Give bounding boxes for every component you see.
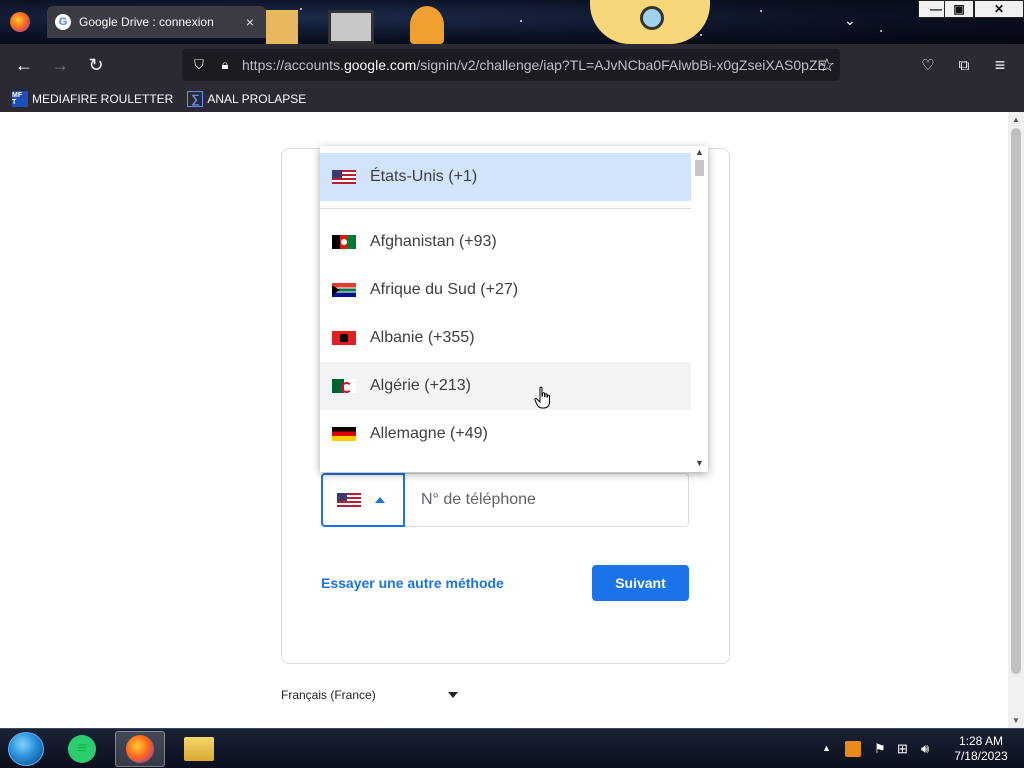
window-titlebar: G Google Drive : connexion × ⌄ — ▣ ✕ bbox=[0, 0, 1024, 44]
caret-down-icon bbox=[448, 692, 458, 698]
tray-expand-icon[interactable]: ▲ bbox=[822, 743, 831, 753]
language-select[interactable]: Français (France) bbox=[281, 688, 461, 704]
try-another-method-link[interactable]: Essayer une autre méthode bbox=[321, 575, 504, 591]
country-option-label: Afrique du Sud (+27) bbox=[370, 281, 519, 298]
back-arrow-icon[interactable]: ← bbox=[11, 52, 37, 78]
mediafire-icon: MF T bbox=[12, 91, 28, 107]
next-button[interactable]: Suivant bbox=[592, 565, 689, 601]
extensions-icon[interactable]: ⧉ bbox=[951, 52, 977, 78]
close-window-icon[interactable]: ✕ bbox=[974, 0, 1024, 18]
country-option-label: Afghanistan (+93) bbox=[370, 233, 497, 250]
maximize-icon[interactable]: ▣ bbox=[944, 0, 974, 18]
country-option[interactable]: Albanie (+355) bbox=[320, 314, 691, 362]
firefox-menu-icon[interactable] bbox=[10, 12, 30, 32]
volume-icon[interactable]: 🔊︎ bbox=[921, 741, 929, 757]
flag-us-icon bbox=[332, 170, 356, 184]
country-option-label: Algérie (+213) bbox=[370, 377, 471, 394]
sigma-icon: ∑ bbox=[187, 91, 204, 107]
country-option[interactable]: Allemagne (+49) bbox=[320, 410, 691, 458]
bookmarks-toolbar: MF T MEDIAFIRE ROULETTER ∑ ANAL PROLAPSE bbox=[0, 86, 1024, 112]
menu-icon[interactable]: ≡ bbox=[987, 52, 1013, 78]
tab-title: Google Drive : connexion bbox=[79, 15, 214, 29]
taskbar-firefox[interactable] bbox=[115, 731, 165, 767]
bookmark-mediafire[interactable]: MF T MEDIAFIRE ROULETTER bbox=[12, 91, 173, 107]
language-label: Français (France) bbox=[281, 688, 376, 702]
country-option-label: États-Unis (+1) bbox=[370, 168, 478, 185]
scroll-up-icon[interactable]: ▲ bbox=[1010, 115, 1022, 124]
country-option[interactable]: États-Unis (+1) bbox=[320, 153, 691, 201]
bookmark-label: ANAL PROLAPSE bbox=[207, 92, 307, 106]
star-decoration bbox=[760, 10, 762, 12]
country-option[interactable]: Algérie (+213) bbox=[320, 362, 691, 410]
address-bar[interactable]: ⛉ 🔒︎ https://accounts.google.com/signin/… bbox=[182, 49, 840, 81]
lock-icon[interactable]: 🔒︎ bbox=[216, 56, 234, 74]
bookmark-label: MEDIAFIRE ROULETTER bbox=[32, 92, 174, 106]
list-all-tabs-icon[interactable]: ⌄ bbox=[844, 12, 856, 29]
caret-up-icon bbox=[375, 497, 385, 503]
country-code-select[interactable] bbox=[321, 473, 405, 527]
flag-de-icon bbox=[332, 427, 356, 441]
country-option-label: Albanie (+355) bbox=[370, 329, 475, 346]
firefox-icon bbox=[126, 735, 154, 763]
taskbar-notes-app[interactable]: ≡ bbox=[57, 731, 107, 767]
pocket-icon[interactable]: ♡ bbox=[915, 52, 941, 78]
google-favicon-icon: G bbox=[55, 14, 71, 30]
shield-icon[interactable]: ⛉ bbox=[190, 56, 208, 74]
flag-za-icon bbox=[332, 283, 356, 297]
dropdown-divider bbox=[320, 208, 691, 209]
start-button[interactable] bbox=[8, 732, 44, 766]
wallpaper-image bbox=[328, 10, 374, 44]
taskbar-file-explorer[interactable] bbox=[174, 731, 224, 767]
taskbar: ≡ ▲ ⚑ ⊞ 🔊︎ 1:28 AM 7/18/2023 bbox=[0, 728, 1024, 768]
star-decoration bbox=[520, 20, 522, 22]
flag-dz-icon bbox=[332, 379, 356, 393]
phone-number-input[interactable] bbox=[405, 473, 689, 527]
us-flag-icon bbox=[337, 493, 361, 507]
folder-icon bbox=[184, 737, 214, 761]
notes-icon: ≡ bbox=[68, 735, 96, 763]
wallpaper-image bbox=[266, 10, 298, 44]
star-decoration bbox=[300, 8, 302, 10]
reload-icon[interactable]: ↻ bbox=[83, 52, 109, 78]
tab-google-drive[interactable]: G Google Drive : connexion × bbox=[47, 6, 266, 38]
wallpaper-image bbox=[410, 6, 444, 44]
flag-al-icon bbox=[332, 331, 356, 345]
clock-time: 1:28 AM bbox=[958, 734, 1004, 748]
network-icon[interactable]: ⊞ bbox=[897, 741, 908, 757]
flag-af-icon bbox=[332, 235, 356, 249]
bookmark-star-icon[interactable]: ☆ bbox=[814, 52, 840, 78]
forward-arrow-icon[interactable]: → bbox=[47, 52, 73, 78]
star-decoration bbox=[880, 30, 882, 32]
flag-notification-icon[interactable]: ⚑ bbox=[874, 741, 886, 757]
wallpaper-image bbox=[640, 6, 664, 30]
scroll-down-icon[interactable]: ▼ bbox=[1010, 716, 1022, 725]
country-option[interactable]: Afrique du Sud (+27) bbox=[320, 266, 691, 314]
star-decoration bbox=[700, 34, 702, 36]
page-scrollbar-thumb[interactable] bbox=[1011, 128, 1021, 674]
country-dropdown[interactable]: États-Unis (+1) Afghanistan (+93) Afrique … bbox=[320, 146, 708, 472]
navigation-toolbar: ← → ↻ ⛉ 🔒︎ https://accounts.google.com/s… bbox=[0, 44, 1024, 86]
system-clock[interactable]: 1:28 AM 7/18/2023 bbox=[946, 734, 1016, 764]
bookmark-second[interactable]: ∑ ANAL PROLAPSE bbox=[187, 91, 306, 107]
dropdown-scrollbar-thumb[interactable] bbox=[695, 160, 704, 176]
country-option[interactable]: Afghanistan (+93) bbox=[320, 218, 691, 266]
url-text[interactable]: https://accounts.google.com/signin/v2/ch… bbox=[242, 57, 840, 73]
scroll-up-icon[interactable]: ▲ bbox=[691, 147, 708, 157]
tab-close-icon[interactable]: × bbox=[242, 14, 258, 30]
country-option-label: Allemagne (+49) bbox=[370, 425, 488, 442]
hand-cursor-icon bbox=[534, 386, 550, 409]
clock-date: 7/18/2023 bbox=[954, 749, 1008, 763]
tray-app-icon[interactable] bbox=[845, 741, 861, 757]
scroll-down-icon[interactable]: ▼ bbox=[691, 458, 708, 468]
dropdown-scrollbar[interactable]: ▲ ▼ bbox=[691, 146, 708, 472]
